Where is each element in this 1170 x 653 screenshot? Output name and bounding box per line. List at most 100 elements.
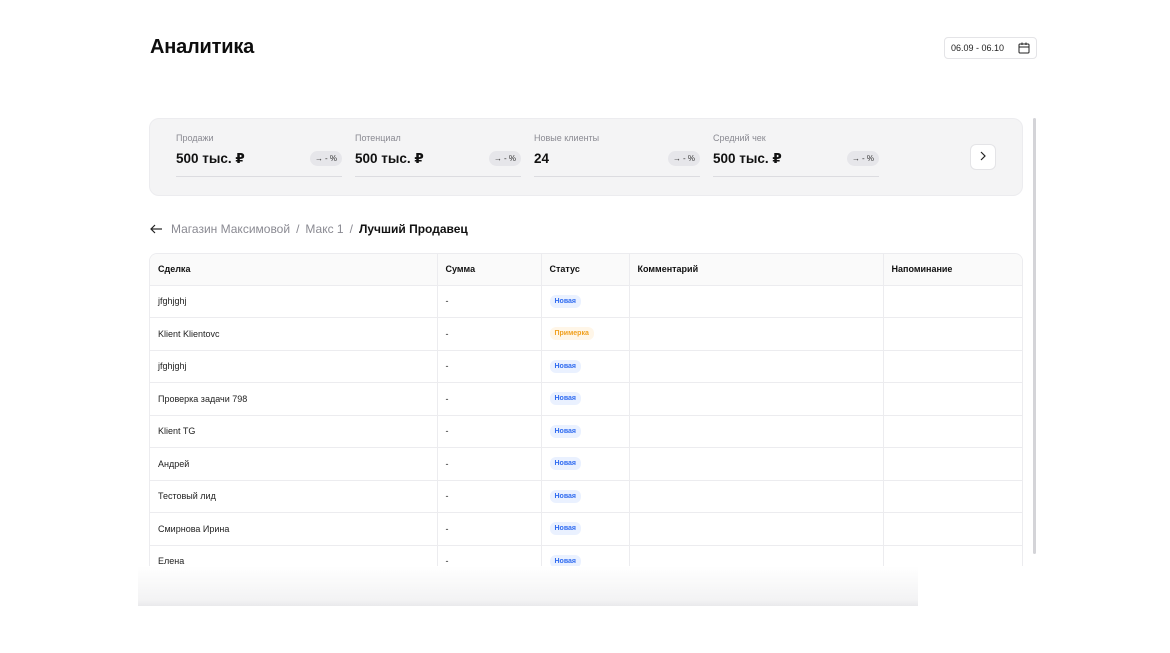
sum-cell: - [437, 317, 542, 351]
deal-cell: Елена [150, 545, 438, 566]
table-row[interactable]: Klient Klientovc - Примерка [150, 317, 1022, 351]
kpi-label: Новые клиенты [534, 133, 600, 143]
sum-cell: - [437, 382, 542, 416]
table-row[interactable]: Проверка задачи 798 - Новая [150, 382, 1022, 416]
table-row[interactable]: Смирнова Ирина - Новая [150, 512, 1022, 546]
deal-cell: Проверка задачи 798 [150, 382, 438, 416]
table-row[interactable]: Елена - Новая [150, 545, 1022, 566]
reminder-cell [883, 350, 1022, 383]
kpi-panel: Продажи 500 тыс. ₽ → - % Потенциал 500 т… [149, 118, 1023, 196]
arrow-right-icon: → [315, 154, 323, 163]
kpi-label: Средний чек [713, 133, 766, 143]
kpi-trend-badge: → - % [847, 151, 879, 166]
kpi-value: 500 тыс. ₽ [355, 151, 424, 166]
comment-cell [629, 317, 884, 351]
table-row[interactable]: jfghjghj - Новая [150, 350, 1022, 383]
comment-cell [629, 285, 884, 318]
table-row[interactable]: Тестовый лид - Новая [150, 480, 1022, 513]
kpi-sales: Продажи 500 тыс. ₽ → - % [176, 133, 342, 177]
status-badge: Новая [549, 489, 582, 503]
breadcrumb-separator: / [349, 222, 353, 236]
reminder-cell [883, 545, 1022, 566]
status-cell: Новая [541, 382, 630, 416]
deal-cell: jfghjghj [150, 350, 438, 383]
comment-cell [629, 512, 884, 546]
chevron-right-icon [979, 148, 987, 166]
status-badge: Новая [549, 554, 582, 566]
reminder-cell [883, 447, 1022, 481]
kpi-new-clients: Новые клиенты 24 → - % [534, 133, 700, 177]
deal-cell: Тестовый лид [150, 480, 438, 513]
status-badge: Новая [549, 522, 582, 536]
column-header-deal[interactable]: Сделка [150, 254, 438, 286]
kpi-trend-value: - % [862, 154, 874, 163]
status-badge: Примерка [549, 327, 594, 341]
status-cell: Новая [541, 545, 630, 566]
column-header-comment[interactable]: Комментарий [629, 254, 884, 286]
breadcrumb-item-store[interactable]: Магазин Максимовой [171, 222, 290, 236]
kpi-trend-badge: → - % [310, 151, 342, 166]
deal-cell: Klient TG [150, 415, 438, 448]
kpi-value: 500 тыс. ₽ [713, 151, 782, 166]
column-header-status[interactable]: Статус [541, 254, 630, 286]
status-badge: Новая [549, 392, 582, 406]
arrow-left-icon[interactable] [150, 223, 164, 235]
status-cell: Новая [541, 480, 630, 513]
deal-cell: jfghjghj [150, 285, 438, 318]
arrow-right-icon: → [494, 154, 502, 163]
sum-cell: - [437, 480, 542, 513]
column-header-sum[interactable]: Сумма [437, 254, 542, 286]
kpi-next-button[interactable] [970, 144, 996, 170]
table-row[interactable]: jfghjghj - Новая [150, 285, 1022, 318]
kpi-trend-value: - % [325, 154, 337, 163]
status-badge: Новая [549, 424, 582, 438]
breadcrumb-separator: / [296, 222, 300, 236]
reminder-cell [883, 415, 1022, 448]
page-title: Аналитика [150, 36, 255, 58]
status-badge: Новая [549, 294, 582, 308]
status-cell: Новая [541, 447, 630, 481]
arrow-right-icon: → [852, 154, 860, 163]
reminder-cell [883, 480, 1022, 513]
table-row[interactable]: Андрей - Новая [150, 447, 1022, 481]
column-header-reminder[interactable]: Напоминание [883, 254, 1022, 286]
sum-cell: - [437, 350, 542, 383]
comment-cell [629, 415, 884, 448]
kpi-label: Потенциал [355, 133, 401, 143]
kpi-trend-badge: → - % [668, 151, 700, 166]
comment-cell [629, 350, 884, 383]
sum-cell: - [437, 512, 542, 546]
arrow-right-icon: → [673, 154, 681, 163]
sum-cell: - [437, 447, 542, 481]
date-range-picker[interactable]: 06.09 - 06.10 [944, 37, 1037, 59]
reminder-cell [883, 317, 1022, 351]
comment-cell [629, 447, 884, 481]
comment-cell [629, 545, 884, 566]
page-scrollbar[interactable] [1033, 118, 1036, 554]
sum-cell: - [437, 285, 542, 318]
kpi-value: 24 [534, 151, 550, 166]
deal-cell: Андрей [150, 447, 438, 481]
deals-table-container: Сделка Сумма Статус Комментарий Напомина… [149, 253, 1023, 566]
calendar-icon [1017, 42, 1030, 55]
sum-cell: - [437, 415, 542, 448]
deal-cell: Klient Klientovc [150, 317, 438, 351]
status-badge: Новая [549, 359, 582, 373]
table-row[interactable]: Klient TG - Новая [150, 415, 1022, 448]
kpi-trend-value: - % [504, 154, 516, 163]
status-cell: Новая [541, 512, 630, 546]
kpi-value: 500 тыс. ₽ [176, 151, 245, 166]
breadcrumb-item-max[interactable]: Макс 1 [305, 222, 343, 236]
deal-cell: Смирнова Ирина [150, 512, 438, 546]
reminder-cell [883, 512, 1022, 546]
reminder-cell [883, 382, 1022, 416]
status-cell: Новая [541, 415, 630, 448]
sum-cell: - [437, 545, 542, 566]
status-cell: Примерка [541, 317, 630, 351]
comment-cell [629, 382, 884, 416]
reminder-cell [883, 285, 1022, 318]
status-cell: Новая [541, 350, 630, 383]
table-header-row: Сделка Сумма Статус Комментарий Напомина… [150, 254, 1022, 286]
breadcrumb-current: Лучший Продавец [358, 222, 468, 236]
kpi-average-check: Средний чек 500 тыс. ₽ → - % [713, 133, 879, 177]
